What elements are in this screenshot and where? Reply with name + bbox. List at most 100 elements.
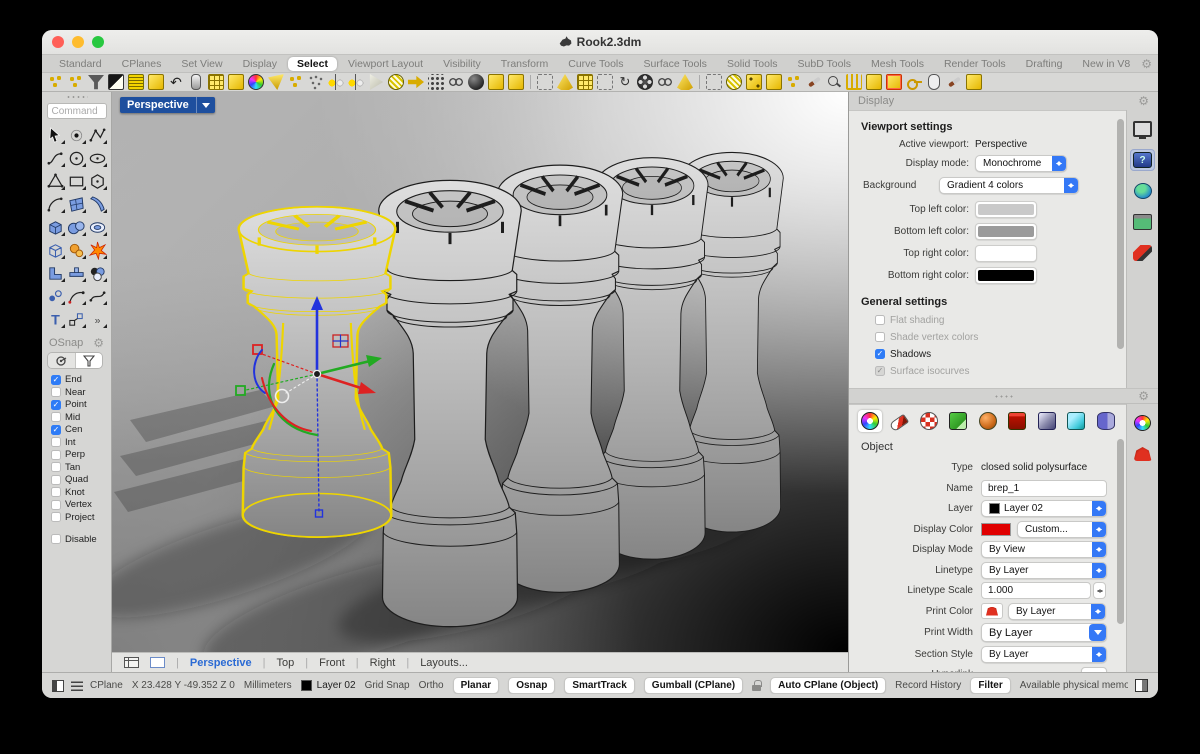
selection-funnel-icon[interactable]	[88, 74, 104, 90]
pipe-elbow-icon[interactable]	[46, 263, 65, 283]
spray-dots-icon[interactable]	[308, 74, 324, 90]
section-style-select[interactable]: By Layer	[981, 646, 1107, 663]
close-button[interactable]	[52, 36, 64, 48]
yellow-box-icon[interactable]	[228, 74, 244, 90]
menu-tab-transform[interactable]: Transform	[492, 57, 557, 71]
snap-target-icon[interactable]	[48, 353, 76, 368]
undo-arrow-icon[interactable]	[168, 74, 184, 90]
checkbox[interactable]	[51, 450, 61, 460]
grid-box-icon[interactable]	[577, 74, 593, 90]
explode-icon[interactable]	[67, 240, 86, 260]
spiral-icon[interactable]	[617, 74, 633, 90]
osnap-item-int[interactable]: Int	[51, 437, 106, 448]
checkbox[interactable]	[51, 534, 61, 544]
surface-blend-icon[interactable]	[88, 194, 107, 214]
drag-handle-icon[interactable]	[66, 95, 88, 99]
torus-icon[interactable]	[88, 217, 107, 237]
gear-icon[interactable]: ⚙	[1138, 95, 1149, 107]
color-wheel-icon[interactable]	[1130, 412, 1155, 434]
panel-toggle-right-icon[interactable]	[1135, 679, 1148, 692]
film-reel-icon[interactable]	[637, 74, 653, 90]
wire-frame-icon[interactable]	[597, 74, 613, 90]
black-sphere-icon[interactable]	[468, 74, 484, 90]
color-swatch-button[interactable]	[975, 201, 1037, 218]
flag-icon[interactable]	[368, 74, 384, 90]
3d-scene[interactable]	[112, 92, 848, 652]
osnap-item-point[interactable]: ✓Point	[51, 399, 106, 410]
cylinder-stack-icon[interactable]	[1094, 410, 1118, 432]
checkbox[interactable]	[51, 412, 61, 422]
panel-toggle-icon[interactable]	[52, 680, 64, 692]
half-square-icon[interactable]	[108, 74, 124, 90]
list-icon[interactable]	[71, 681, 83, 691]
gumball-y-arrow[interactable]	[366, 355, 382, 367]
linetype-scale-stepper[interactable]: 1.000	[981, 582, 1106, 599]
status-layer[interactable]: Layer 02	[301, 680, 356, 691]
text-icon[interactable]: T	[46, 309, 65, 329]
points-pair-icon[interactable]	[46, 286, 65, 306]
hatched-circle-icon[interactable]	[388, 74, 404, 90]
menu-tab-curve-tools[interactable]: Curve Tools	[559, 57, 632, 71]
osnap-item-quad[interactable]: Quad	[51, 474, 106, 485]
yellow-box-icon[interactable]	[488, 74, 504, 90]
checkbox[interactable]	[51, 387, 61, 397]
render-box-icon[interactable]	[1005, 410, 1029, 432]
stepper-arrows-icon[interactable]	[1093, 582, 1106, 599]
paint-tube-icon[interactable]	[887, 410, 911, 432]
general-setting-shadows[interactable]: ✓Shadows	[875, 348, 1112, 360]
osnap-item-near[interactable]: Near	[51, 387, 106, 398]
print-color-select[interactable]: By Layer	[1008, 603, 1106, 620]
filter-funnel-icon[interactable]	[76, 353, 103, 368]
yellow-box-icon[interactable]	[508, 74, 524, 90]
zoom-button[interactable]	[92, 36, 104, 48]
dot-cluster-icon[interactable]	[288, 74, 304, 90]
surface-patch-icon[interactable]	[67, 194, 86, 214]
osnap-item-disable[interactable]: Disable	[51, 534, 106, 545]
curve-icon[interactable]	[46, 148, 65, 168]
notes-pen-icon[interactable]	[1130, 242, 1155, 264]
checkbox[interactable]	[51, 475, 61, 485]
display-color-select[interactable]: Custom...	[1017, 521, 1107, 538]
monitor-icon[interactable]	[1130, 118, 1155, 140]
gear-icon[interactable]: ⚙	[93, 337, 104, 349]
points-cluster-alt-icon[interactable]	[68, 74, 84, 90]
checkbox[interactable]	[51, 437, 61, 447]
layer-select[interactable]: Layer 02	[981, 500, 1107, 517]
scrollbar-thumb[interactable]	[1117, 439, 1124, 624]
rook-gray-1[interactable]	[379, 180, 522, 626]
move-points-icon[interactable]	[67, 309, 86, 329]
mesh-box-icon[interactable]	[46, 240, 65, 260]
menu-tab-cplanes[interactable]: CPlanes	[113, 57, 171, 71]
help-icon[interactable]: ?	[1130, 149, 1155, 171]
osnap-item-knot[interactable]: Knot	[51, 487, 106, 498]
wand-icon[interactable]	[191, 74, 201, 90]
thickness-box-icon[interactable]	[1064, 410, 1088, 432]
menu-tab-set-view[interactable]: Set View	[172, 57, 231, 71]
osnap-item-vertex[interactable]: Vertex	[51, 499, 106, 510]
viewport-tab-top[interactable]: Top	[276, 657, 294, 669]
display-mode-select[interactable]: By View	[981, 541, 1107, 558]
color-swatch-button[interactable]	[975, 267, 1037, 284]
menu-tab-surface-tools[interactable]: Surface Tools	[635, 57, 716, 71]
yellow-box-icon[interactable]	[148, 74, 164, 90]
checkbox[interactable]: ✓	[51, 375, 61, 385]
checkbox[interactable]	[51, 487, 61, 497]
spheres-icon[interactable]	[67, 217, 86, 237]
linked-rings-icon[interactable]	[448, 74, 464, 90]
status-auto-cplane-object-[interactable]: Auto CPlane (Object)	[770, 677, 886, 694]
display-mode-select[interactable]: Monochrome	[975, 155, 1067, 172]
points-cluster-icon[interactable]	[48, 74, 64, 90]
name-input[interactable]: brep_1	[981, 480, 1107, 497]
box-icon[interactable]	[46, 217, 65, 237]
numbered-grid-icon[interactable]	[208, 74, 224, 90]
checkbox[interactable]: ✓	[51, 425, 61, 435]
menu-tab-visibility[interactable]: Visibility	[434, 57, 490, 71]
checkbox[interactable]	[51, 500, 61, 510]
menu-tab-drafting[interactable]: Drafting	[1017, 57, 1072, 71]
cone-icon[interactable]	[557, 74, 573, 90]
status-filter[interactable]: Filter	[970, 677, 1010, 694]
single-viewport-icon[interactable]	[150, 657, 165, 668]
print-width-select[interactable]: By Layer	[981, 623, 1107, 642]
hexagon-icon[interactable]	[88, 171, 107, 191]
more-tools-icon[interactable]: »	[88, 309, 107, 329]
